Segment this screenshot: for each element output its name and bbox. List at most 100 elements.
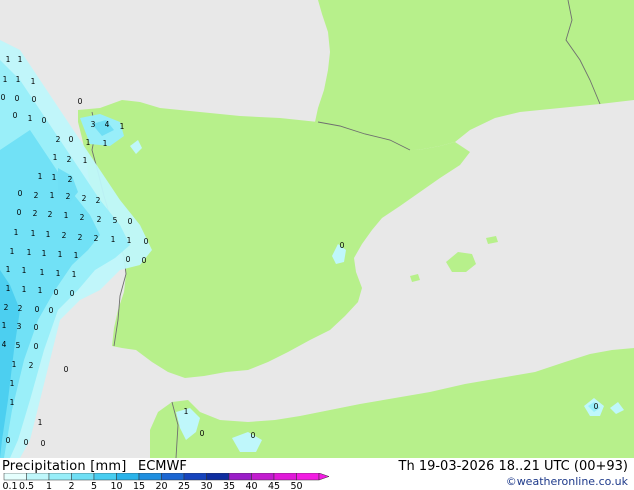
scale-swatch <box>93 473 117 481</box>
precip-label: 2 <box>94 234 99 243</box>
scale-tick-label: 30 <box>200 481 212 490</box>
precip-label: 2 <box>29 361 34 370</box>
precip-label: 0 <box>34 342 39 351</box>
precip-label: 2 <box>34 191 39 200</box>
precip-label: 1 <box>72 270 77 279</box>
footer-bar: Precipitation [mm] ECMWF Th 19-03-2026 1… <box>0 458 634 490</box>
precip-label: 0 <box>144 237 149 246</box>
scale-swatch <box>251 473 275 481</box>
scale-swatch <box>273 473 297 481</box>
valid-time: Th 19-03-2026 18..21 UTC (00+93) <box>398 459 629 474</box>
scale-tick-label: 0.1 <box>2 481 17 490</box>
precip-label: 1 <box>10 398 15 407</box>
precip-label: 1 <box>42 249 47 258</box>
precip-label: 2 <box>96 196 101 205</box>
scale-swatch <box>296 473 320 481</box>
precip-label: 1 <box>38 418 43 427</box>
scale-tick-label: 50 <box>290 481 302 490</box>
precip-label: 1 <box>184 407 189 416</box>
precip-label: 0 <box>200 429 205 438</box>
precip-label: 0 <box>17 208 22 217</box>
scale-tick-label: 25 <box>178 481 190 490</box>
scale-swatch <box>3 473 27 481</box>
scale-tick-label: 1 <box>46 481 52 490</box>
precip-label: 2 <box>62 231 67 240</box>
scale-swatch <box>228 473 252 481</box>
scale-tick-label: 2 <box>68 481 74 490</box>
precip-label: 1 <box>27 248 32 257</box>
scale-tick-label: 20 <box>155 481 167 490</box>
precip-label: 5 <box>16 341 21 350</box>
precip-label: 1 <box>16 75 21 84</box>
precip-label: 2 <box>67 155 72 164</box>
precip-label: 1 <box>6 284 11 293</box>
scale-swatch <box>138 473 162 481</box>
precip-label: 3 <box>91 120 96 129</box>
scale-tick-label: 0.5 <box>19 481 34 490</box>
precip-label: 1 <box>56 269 61 278</box>
scale-tick-label: 10 <box>110 481 122 490</box>
scale-swatch <box>26 473 50 481</box>
precip-label: 2 <box>66 192 71 201</box>
precip-label: 0 <box>34 323 39 332</box>
precip-label: 1 <box>58 250 63 259</box>
precip-label: 2 <box>80 213 85 222</box>
precip-label: 0 <box>64 365 69 374</box>
scale-swatch <box>48 473 72 481</box>
scale-arrow <box>318 473 330 481</box>
scale-swatch <box>71 473 95 481</box>
precip-label: 1 <box>18 55 23 64</box>
precip-label: 0 <box>251 431 256 440</box>
precip-label: 1 <box>50 191 55 200</box>
precip-label: 0 <box>54 288 59 297</box>
precipitation-map: 1 11 1 10 0 00 1 003 4 12 0 1 11 2 11 1 20 2 1 2 2 20 2 2 1 2 2 5 01… <box>0 0 634 458</box>
precip-label: 1 <box>3 75 8 84</box>
precip-label: 1 <box>53 153 58 162</box>
precip-label: 1 <box>83 156 88 165</box>
scale-tick-label: 40 <box>245 481 257 490</box>
precip-label: 1 <box>10 379 15 388</box>
scale-swatch <box>206 473 230 481</box>
precip-label: 3 <box>17 322 22 331</box>
precip-label: 1 <box>12 360 17 369</box>
precip-label: 0 <box>35 305 40 314</box>
precip-label: 1 <box>10 247 15 256</box>
precip-label: 1 <box>120 122 125 131</box>
precip-label: 0 <box>78 97 83 106</box>
color-scale-legend: 0.1 0.5 1 2 5 10 15 20 25 30 35 40 45 50 <box>2 473 330 490</box>
map-title: Precipitation [mm] <box>2 459 127 474</box>
precip-label: 2 <box>56 135 61 144</box>
credit-link[interactable]: ©weatheronline.co.uk <box>506 475 628 488</box>
precip-label: 1 <box>52 173 57 182</box>
precip-label: 0 <box>1 93 6 102</box>
precip-label: 4 <box>105 120 110 129</box>
precip-label: 1 <box>6 265 11 274</box>
scale-tick-label: 35 <box>223 481 235 490</box>
precip-label: 1 <box>111 235 116 244</box>
scale-swatch <box>183 473 207 481</box>
precip-label: 0 <box>142 256 147 265</box>
precip-label: 0 <box>32 95 37 104</box>
precip-label: 2 <box>68 175 73 184</box>
precip-label: 0 <box>41 439 46 448</box>
precip-label: 2 <box>97 215 102 224</box>
precip-label: 0 <box>126 255 131 264</box>
precip-label: 1 <box>38 286 43 295</box>
precip-label: 1 <box>40 268 45 277</box>
precip-label: 2 <box>18 304 23 313</box>
precip-label: 0 <box>42 116 47 125</box>
precip-label: 0 <box>70 289 75 298</box>
scale-swatch <box>161 473 185 481</box>
precip-label: 1 <box>103 139 108 148</box>
scale-tick-label: 5 <box>91 481 97 490</box>
precip-label: 4 <box>2 340 7 349</box>
precip-label: 0 <box>128 217 133 226</box>
precip-label: 0 <box>340 241 345 250</box>
precip-label: 1 <box>46 230 51 239</box>
precip-label: 1 <box>31 229 36 238</box>
precip-label: 0 <box>24 438 29 447</box>
precip-label: 0 <box>69 135 74 144</box>
precip-label: 0 <box>594 402 599 411</box>
precip-label: 1 <box>14 228 19 237</box>
precip-label: 2 <box>82 194 87 203</box>
